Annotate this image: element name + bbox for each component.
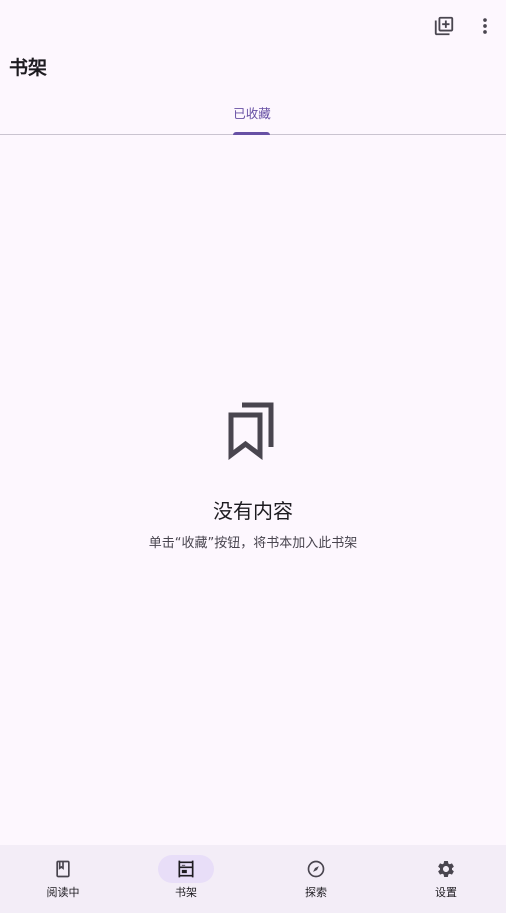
- more-vert-icon: [483, 18, 487, 34]
- add-to-library-icon: [434, 16, 454, 36]
- bookmarks-icon: [228, 402, 274, 460]
- tab-bar: 已收藏: [0, 100, 506, 135]
- nav-pill: [35, 855, 91, 883]
- empty-state-title: 没有内容: [213, 499, 293, 523]
- add-to-library-button[interactable]: [428, 10, 460, 42]
- nav-item-settings[interactable]: 设置: [383, 845, 506, 913]
- nav-item-explore[interactable]: 探索: [253, 845, 379, 913]
- nav-pill: [418, 855, 474, 883]
- nav-item-reading[interactable]: 阅读中: [0, 845, 126, 913]
- compass-icon: [307, 860, 325, 878]
- bottom-navigation-bar: 阅读中 书架 探索 设置: [0, 845, 506, 913]
- page-title: 书架: [9, 57, 48, 79]
- tab-favorites[interactable]: 已收藏: [223, 100, 281, 135]
- top-app-bar: 书架: [0, 0, 506, 100]
- book-icon: [56, 860, 70, 878]
- settings-icon: [438, 861, 454, 877]
- more-options-button[interactable]: [469, 10, 501, 42]
- nav-label: 探索: [305, 886, 327, 899]
- nav-item-bookshelf[interactable]: 书架: [123, 845, 249, 913]
- nav-pill: [288, 855, 344, 883]
- nav-pill-active: [158, 855, 214, 883]
- shelf-icon: [178, 860, 194, 878]
- empty-state-description: 单击“收藏”按钮，将书本加入此书架: [148, 536, 358, 551]
- tab-indicator: [233, 132, 270, 135]
- nav-label: 设置: [435, 886, 457, 899]
- nav-label: 书架: [175, 886, 197, 899]
- bookshelf-screen: 书架 已收藏 没有内容 单击“收藏”按钮，将书本加入此书架 阅读中 书架 探索 …: [0, 0, 506, 913]
- nav-label: 阅读中: [46, 886, 80, 899]
- tab-label: 已收藏: [233, 106, 271, 121]
